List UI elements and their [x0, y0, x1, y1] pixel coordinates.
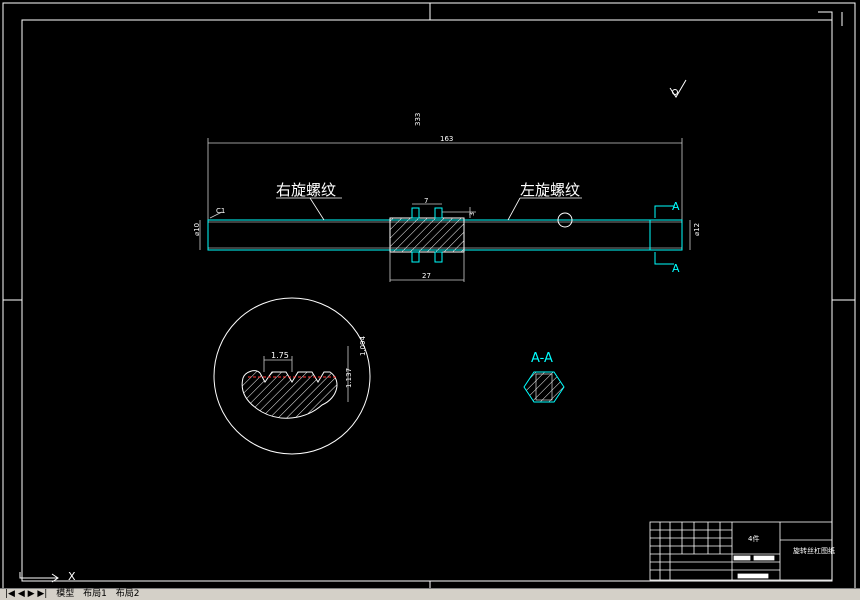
- dim-thread-depth-1-text: 1.094: [359, 335, 367, 356]
- tab-layout-2[interactable]: 布局2: [113, 589, 143, 600]
- title-drawing-name: 旋转丝杠图纸: [793, 546, 835, 555]
- hex-drive-section: [389, 203, 476, 282]
- dim-key-height-text: 3: [469, 212, 476, 216]
- right-thread-label: 右旋螺纹: [276, 181, 336, 199]
- section-view-title: A-A: [531, 351, 553, 366]
- layout-nav-arrows[interactable]: |◀ ◀ ▶ ▶|: [2, 589, 50, 600]
- overall-dimension: [207, 138, 683, 222]
- dim-chamfer-text: C1: [216, 207, 225, 215]
- dim-right-diameter-text: ⌀12: [693, 223, 701, 236]
- dim-hex-length-text: 27: [422, 272, 431, 280]
- tab-layout-1[interactable]: 布局1: [80, 589, 110, 600]
- section-marker-top: A: [672, 200, 680, 213]
- hex-cross-section: [523, 371, 565, 403]
- dim-overall-text: 333: [414, 113, 422, 126]
- layout-tab-bar: |◀ ◀ ▶ ▶| 模型 布局1 布局2: [0, 588, 860, 600]
- section-marker-bottom: A: [672, 262, 680, 275]
- tab-model[interactable]: 模型: [53, 589, 77, 600]
- dim-key-width-text: 7: [424, 197, 428, 205]
- surface-finish-symbol: [669, 79, 687, 98]
- dim-thread-pitch-text: 1.75: [271, 351, 289, 360]
- dim-thread-depth-2-text: 1.137: [345, 368, 353, 388]
- section-cut-markers: [654, 205, 674, 265]
- left-thread-label: 左旋螺纹: [520, 181, 580, 199]
- ucs-x-label: X: [68, 570, 76, 583]
- drawing-frame: [2, 2, 856, 592]
- dim-span-text: 163: [440, 135, 453, 143]
- thread-leaders: [276, 197, 582, 221]
- dim-left-diameter-text: ⌀10: [193, 223, 201, 236]
- title-part-name: 4件: [748, 534, 759, 543]
- cad-drawing-canvas[interactable]: 333 163 7 3 27 ⌀10 ⌀12 C1 右旋螺纹 左旋螺纹 A A …: [0, 0, 860, 599]
